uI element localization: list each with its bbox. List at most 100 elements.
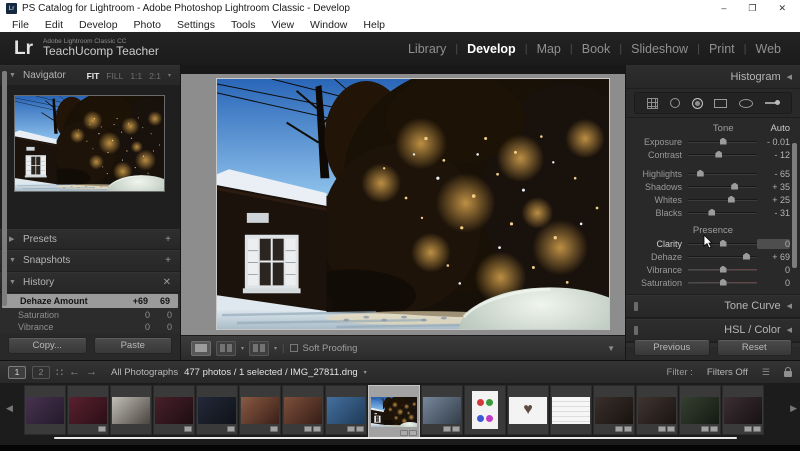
restore-button[interactable]: ❐ (748, 3, 756, 14)
filmstrip-thumb[interactable] (464, 385, 506, 435)
presets-header[interactable]: ▶ Presets + (0, 229, 180, 250)
slider-thumb[interactable] (720, 279, 727, 286)
source-indicator[interactable]: All Photographs (111, 367, 178, 378)
slider-thumb[interactable] (720, 138, 727, 145)
highlights-slider[interactable]: Highlights - 65 (626, 167, 800, 180)
previous-photo-icon[interactable]: ← (69, 366, 80, 378)
blacks-slider[interactable]: Blacks - 31 (626, 206, 800, 219)
toolbar-options-dropdown-icon[interactable]: ▼ (607, 344, 615, 353)
filmstrip-scroll-right-icon[interactable]: ▶ (790, 403, 797, 414)
module-slideshow[interactable]: Slideshow (622, 42, 697, 56)
paste-button[interactable]: Paste (94, 337, 173, 354)
filmstrip-thumb[interactable] (550, 385, 592, 435)
menu-settings[interactable]: Settings (169, 19, 223, 31)
panel-toggle-icon[interactable] (634, 302, 638, 311)
zoom-fit-button[interactable]: FIT (87, 71, 100, 81)
dehaze-slider[interactable]: Dehaze + 69 (626, 250, 800, 263)
zoom-2-1-button[interactable]: 2:1 (149, 71, 161, 81)
panel-toggle-icon[interactable] (634, 326, 638, 335)
filmstrip-thumb[interactable] (421, 385, 463, 435)
module-book[interactable]: Book (573, 42, 620, 56)
soft-proofing-checkbox[interactable] (290, 344, 298, 352)
menu-view[interactable]: View (263, 19, 302, 31)
filmstrip-thumb[interactable] (722, 385, 764, 435)
slider-thumb[interactable] (731, 183, 738, 190)
filter-dropdown[interactable]: Filters Off ☰ (701, 366, 776, 379)
graduated-filter-icon[interactable] (714, 99, 727, 108)
before-after-top-bottom-button[interactable] (249, 341, 269, 356)
menu-file[interactable]: File (4, 19, 37, 31)
module-library[interactable]: Library (399, 42, 455, 56)
snapshots-header[interactable]: ▼ Snapshots + (0, 250, 180, 271)
before-after-dropdown-icon[interactable]: ▾ (241, 345, 244, 352)
menu-edit[interactable]: Edit (37, 19, 71, 31)
slider-thumb[interactable] (728, 196, 735, 203)
grid-view-icon[interactable]: ∷ (56, 366, 63, 379)
module-web[interactable]: Web (747, 42, 790, 56)
tone-curve-header[interactable]: Tone Curve ◀ (626, 294, 800, 318)
module-develop[interactable]: Develop (458, 42, 525, 56)
menu-help[interactable]: Help (355, 19, 393, 31)
filmstrip-scroll-left-icon[interactable]: ◀ (6, 403, 13, 414)
histogram-header[interactable]: Histogram ◀ (626, 65, 800, 89)
vibrance-slider[interactable]: Vibrance 0 (626, 263, 800, 276)
filmstrip-thumb[interactable] (24, 385, 66, 435)
auto-tone-button[interactable]: Auto (770, 123, 790, 134)
menu-tools[interactable]: Tools (223, 19, 264, 31)
menu-develop[interactable]: Develop (71, 19, 126, 31)
filmstrip-thumb[interactable] (679, 385, 721, 435)
filmstrip-thumb[interactable] (67, 385, 109, 435)
before-after-left-right-button[interactable] (216, 341, 236, 356)
whites-slider[interactable]: Whites + 25 (626, 193, 800, 206)
menu-photo[interactable]: Photo (126, 19, 169, 31)
zoom-dropdown-icon[interactable]: ▾ (168, 72, 171, 79)
module-map[interactable]: Map (528, 42, 570, 56)
navigator-thumbnail[interactable] (14, 95, 165, 192)
radial-filter-icon[interactable] (739, 99, 753, 108)
filmstrip-thumb[interactable] (282, 385, 324, 435)
shadows-slider[interactable]: Shadows + 35 (626, 180, 800, 193)
clear-history-button[interactable]: ✕ (163, 277, 171, 288)
second-screen-button[interactable]: 2 (32, 366, 50, 379)
saturation-slider[interactable]: Saturation 0 (626, 276, 800, 289)
module-print[interactable]: Print (700, 42, 744, 56)
slider-thumb[interactable] (708, 209, 715, 216)
close-button[interactable]: ✕ (778, 3, 786, 14)
slider-thumb[interactable] (720, 266, 727, 273)
add-snapshot-button[interactable]: + (165, 255, 171, 266)
crop-overlay-icon[interactable] (647, 98, 658, 109)
main-photo[interactable] (216, 78, 610, 330)
navigator-preview[interactable] (0, 86, 180, 228)
red-eye-icon[interactable] (692, 98, 703, 109)
selection-info[interactable]: 477 photos / 1 selected / IMG_27811.dng (184, 367, 358, 378)
history-item[interactable]: Saturation 0 0 (0, 309, 180, 321)
exposure-slider[interactable]: Exposure - 0.01 (626, 135, 800, 148)
minimize-button[interactable]: – (721, 3, 726, 14)
copy-button[interactable]: Copy... (8, 337, 87, 354)
source-dropdown-icon[interactable]: ▾ (364, 369, 367, 376)
left-panel-scrollbar[interactable] (2, 71, 7, 306)
clarity-slider[interactable]: Clarity 0 (626, 237, 800, 250)
history-header[interactable]: ▼ History ✕ (0, 272, 180, 293)
zoom-1-1-button[interactable]: 1:1 (130, 71, 142, 81)
history-item[interactable]: Vibrance 0 0 (0, 321, 180, 333)
loupe-view-button[interactable] (191, 341, 211, 356)
filmstrip-thumb[interactable] (110, 385, 152, 435)
slider-thumb[interactable] (715, 151, 722, 158)
filmstrip-thumb[interactable] (636, 385, 678, 435)
previous-button[interactable]: Previous (634, 339, 710, 356)
filmstrip-scrollbar[interactable] (54, 437, 737, 439)
history-item[interactable]: Dehaze Amount +69 69 (2, 294, 178, 308)
view-mode-dropdown-icon[interactable]: ▾ (274, 345, 277, 352)
slider-thumb[interactable] (697, 170, 704, 177)
adjustment-brush-icon[interactable] (765, 102, 779, 104)
filmstrip-thumb[interactable] (593, 385, 635, 435)
filmstrip-thumb[interactable]: ♥ (507, 385, 549, 435)
add-preset-button[interactable]: + (165, 234, 171, 245)
right-panel-scrollbar[interactable] (792, 143, 797, 268)
contrast-slider[interactable]: Contrast - 12 (626, 148, 800, 161)
slider-thumb[interactable] (720, 240, 727, 247)
filter-lock-icon[interactable] (784, 371, 792, 377)
main-screen-button[interactable]: 1 (8, 366, 26, 379)
spot-removal-icon[interactable] (670, 98, 680, 108)
